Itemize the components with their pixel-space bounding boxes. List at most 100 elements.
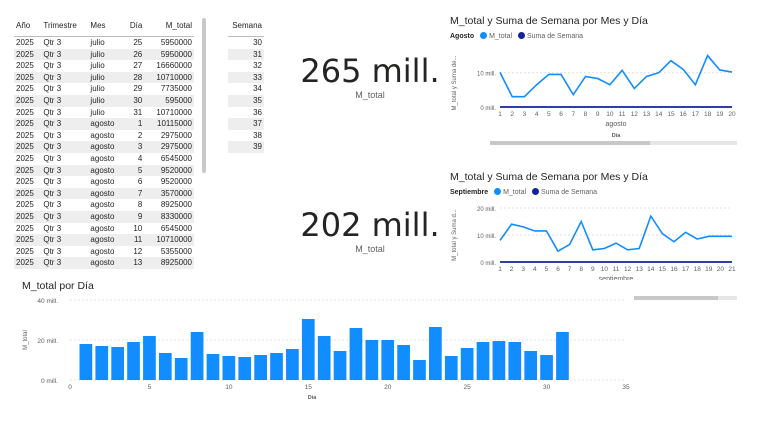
table-row[interactable]: 32 xyxy=(228,60,264,72)
table-row[interactable]: 2025 Qtr 3 julio 29 7735000 xyxy=(14,83,194,95)
table-row[interactable]: 31 xyxy=(228,48,264,61)
table-row[interactable]: 2025 Qtr 3 julio 31 10710000 xyxy=(14,107,194,119)
table-cell: 2025 xyxy=(14,94,42,107)
table-cell: 8 xyxy=(137,200,143,210)
table-row[interactable]: 2025 Qtr 3 agosto 1 10115000 xyxy=(14,118,194,130)
table-cell: Qtr 3 xyxy=(41,71,89,84)
col-header-mtotal[interactable]: M_total xyxy=(144,14,194,37)
y-tick-label: 20 mill. xyxy=(477,207,496,213)
table-cell: Qtr 3 xyxy=(43,246,62,256)
table-cell: 10710000 xyxy=(144,71,194,84)
table-cell: agosto xyxy=(88,210,124,223)
x-tick-label: 0 xyxy=(68,384,72,391)
x-tick-label: 4 xyxy=(533,266,537,273)
col-header-quarter[interactable]: Trimestre xyxy=(41,14,89,37)
table-row[interactable]: 2025 Qtr 3 agosto 2 2975000 xyxy=(14,130,194,142)
chart-scrollbar-thumb[interactable] xyxy=(490,141,650,145)
table-row[interactable]: 35 xyxy=(228,94,264,107)
table-scrollbar[interactable] xyxy=(202,18,206,173)
table-row[interactable]: 2025 Qtr 3 agosto 8 8925000 xyxy=(14,199,194,211)
table-row[interactable]: 2025 Qtr 3 agosto 7 3570000 xyxy=(14,187,194,200)
bar xyxy=(492,341,506,380)
table-row[interactable]: 2025 Qtr 3 agosto 11 10710000 xyxy=(14,234,194,246)
table-row[interactable]: 36 xyxy=(228,107,264,119)
table-cell: 3 xyxy=(123,141,145,153)
x-axis-title: Día xyxy=(612,133,622,139)
table-cell: Qtr 3 xyxy=(43,177,62,187)
week-cell: 30 xyxy=(253,38,262,47)
table-cell: Qtr 3 xyxy=(43,38,62,47)
table-row[interactable]: 2025 Qtr 3 julio 25 5950000 xyxy=(14,37,194,49)
table-row[interactable]: 37 xyxy=(228,118,264,130)
table-row[interactable]: 2025 Qtr 3 agosto 12 5355000 xyxy=(14,246,194,258)
chart-legend: Septiembre M_total Suma de Semana xyxy=(450,188,750,196)
table-cell: 25 xyxy=(133,38,143,47)
table-cell: 8330000 xyxy=(144,210,194,223)
table-row[interactable]: 30 xyxy=(228,37,264,49)
col-header-week[interactable]: Semana xyxy=(228,14,264,37)
table-row[interactable]: 2025 Qtr 3 julio 26 5950000 xyxy=(14,48,194,61)
bar xyxy=(524,351,538,380)
legend-item-week[interactable]: Suma de Semana xyxy=(527,33,583,40)
x-tick-label: 10 xyxy=(606,111,614,118)
bar xyxy=(143,336,156,380)
table-row[interactable]: 39 xyxy=(228,141,264,153)
card-label: M_total xyxy=(355,244,385,254)
table-row[interactable]: 2025 Qtr 3 agosto 4 6545000 xyxy=(14,153,194,165)
table-row[interactable]: 2025 Qtr 3 julio 27 16660000 xyxy=(14,60,194,72)
total-card-september[interactable]: 202 mill. M_total xyxy=(300,206,440,254)
table-row[interactable]: 2025 Qtr 3 agosto 13 8925000 xyxy=(14,257,194,269)
bar xyxy=(381,340,395,380)
bar xyxy=(174,358,188,380)
table-cell: 6545000 xyxy=(160,223,192,233)
week-cell: 31 xyxy=(228,48,264,61)
bar xyxy=(111,347,125,380)
week-cell: 37 xyxy=(228,118,264,130)
bar-chart[interactable]: M_total por Día 40 mill. 20 mill. 0 mill. M… xyxy=(14,280,634,405)
table-row[interactable]: 2025 Qtr 3 julio 30 595000 xyxy=(14,94,194,107)
table-cell: 2025 xyxy=(16,153,34,163)
table-row[interactable]: 2025 Qtr 3 agosto 9 8330000 xyxy=(14,210,194,223)
table-row[interactable]: 2025 Qtr 3 julio 28 10710000 xyxy=(14,71,194,84)
chart-title: M_total por Día xyxy=(22,280,94,292)
legend-item-mtotal[interactable]: M_total xyxy=(489,33,512,40)
table-cell: 8925000 xyxy=(144,257,194,269)
table-cell: 2025 xyxy=(16,130,34,140)
table-cell: Qtr 3 xyxy=(41,187,89,200)
x-tick-label: 3 xyxy=(523,111,527,118)
table-row[interactable]: 2025 Qtr 3 agosto 3 2975000 xyxy=(14,141,194,153)
bar xyxy=(222,356,236,380)
table-row[interactable]: 33 xyxy=(228,71,264,84)
table-row[interactable]: 38 xyxy=(228,130,264,142)
table-cell: 5 xyxy=(123,164,145,177)
bar xyxy=(238,357,252,380)
table-row[interactable]: 2025 Qtr 3 agosto 6 9520000 xyxy=(14,176,194,188)
week-cell: 38 xyxy=(253,130,262,140)
total-card-august[interactable]: 265 mill. M_total xyxy=(300,52,440,100)
table-cell: 2975000 xyxy=(144,141,194,153)
chart-scrollbar[interactable] xyxy=(490,141,737,145)
table-cell: 10710000 xyxy=(144,234,194,246)
x-tick-label: 19 xyxy=(716,111,724,118)
x-tick-label: 35 xyxy=(622,384,630,391)
col-header-day[interactable]: Día xyxy=(123,14,145,37)
x-tick-label: 18 xyxy=(704,111,712,118)
table-cell: 10115000 xyxy=(144,118,194,130)
x-tick-label: 8 xyxy=(579,266,583,273)
line-chart-august[interactable]: M_total y Suma de Semana por Mes y Día A… xyxy=(450,15,750,150)
table-row[interactable]: 2025 Qtr 3 agosto 10 6545000 xyxy=(14,223,194,235)
legend-item-mtotal[interactable]: M_total xyxy=(503,189,526,196)
table-cell: 6545000 xyxy=(160,153,192,163)
legend-item-week[interactable]: Suma de Semana xyxy=(541,189,597,196)
table-row[interactable]: 34 xyxy=(228,83,264,95)
table-row[interactable]: 2025 Qtr 3 agosto 5 9520000 xyxy=(14,164,194,177)
table-cell: agosto xyxy=(90,223,115,233)
table-cell: 9 xyxy=(123,210,145,223)
bar xyxy=(158,353,172,380)
col-header-year[interactable]: Año xyxy=(14,14,42,37)
table-cell: agosto xyxy=(90,153,115,163)
table-cell: 2025 xyxy=(14,71,42,84)
col-header-month[interactable]: Mes xyxy=(88,14,124,37)
x-tick-label: 8 xyxy=(584,111,588,118)
table-cell: agosto xyxy=(90,200,115,210)
